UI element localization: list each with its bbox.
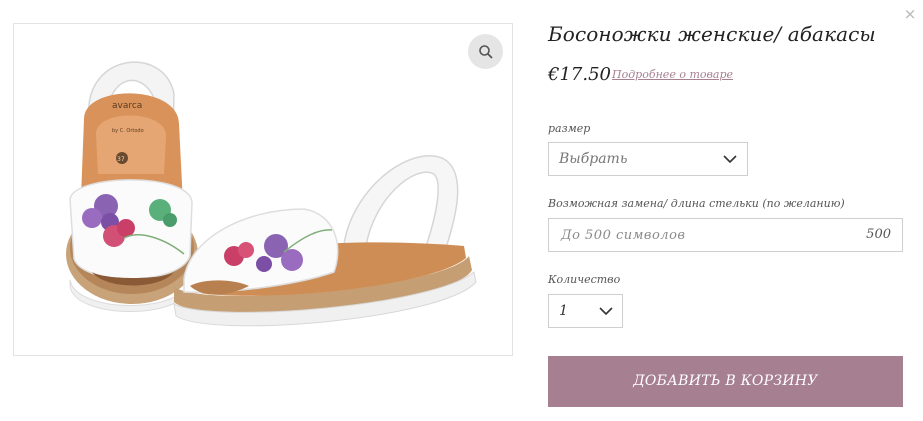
chevron-down-icon bbox=[723, 155, 737, 164]
product-price: €17.50 bbox=[548, 64, 611, 85]
add-to-cart-button[interactable]: ДОБАВИТЬ В КОРЗИНУ bbox=[548, 356, 903, 407]
size-select[interactable]: Выбрать bbox=[548, 142, 748, 176]
svg-text:37: 37 bbox=[117, 156, 125, 163]
svg-text:by C. Ortodo: by C. Ortodo bbox=[112, 128, 144, 134]
quantity-value: 1 bbox=[559, 303, 568, 319]
product-title: Босоножки женские/ абакасы bbox=[548, 22, 876, 46]
close-button[interactable]: × bbox=[902, 6, 918, 22]
insole-placeholder: До 500 символов bbox=[561, 228, 686, 243]
left-sandal: avarca by C. Ortodo 37 bbox=[66, 61, 198, 312]
size-label: размер bbox=[548, 122, 591, 135]
product-image: avarca by C. Ortodo 37 bbox=[66, 61, 477, 327]
chevron-down-icon bbox=[599, 307, 613, 316]
product-image-gallery[interactable]: avarca by C. Ortodo 37 bbox=[13, 23, 513, 356]
insole-input[interactable]: До 500 символов 500 bbox=[548, 218, 903, 252]
size-select-value: Выбрать bbox=[559, 151, 628, 167]
zoom-button[interactable] bbox=[468, 34, 503, 69]
svg-text:avarca: avarca bbox=[112, 101, 142, 111]
zoom-icon bbox=[479, 45, 493, 59]
quantity-select[interactable]: 1 bbox=[548, 294, 623, 328]
right-sandal bbox=[173, 155, 477, 327]
quantity-label: Количество bbox=[548, 273, 621, 286]
insole-label: Возможная замена/ длина стельки (по жела… bbox=[548, 197, 845, 210]
product-details-link[interactable]: Подробнее о товаре bbox=[612, 68, 733, 81]
insole-char-counter: 500 bbox=[866, 227, 891, 242]
close-icon: × bbox=[903, 5, 917, 23]
